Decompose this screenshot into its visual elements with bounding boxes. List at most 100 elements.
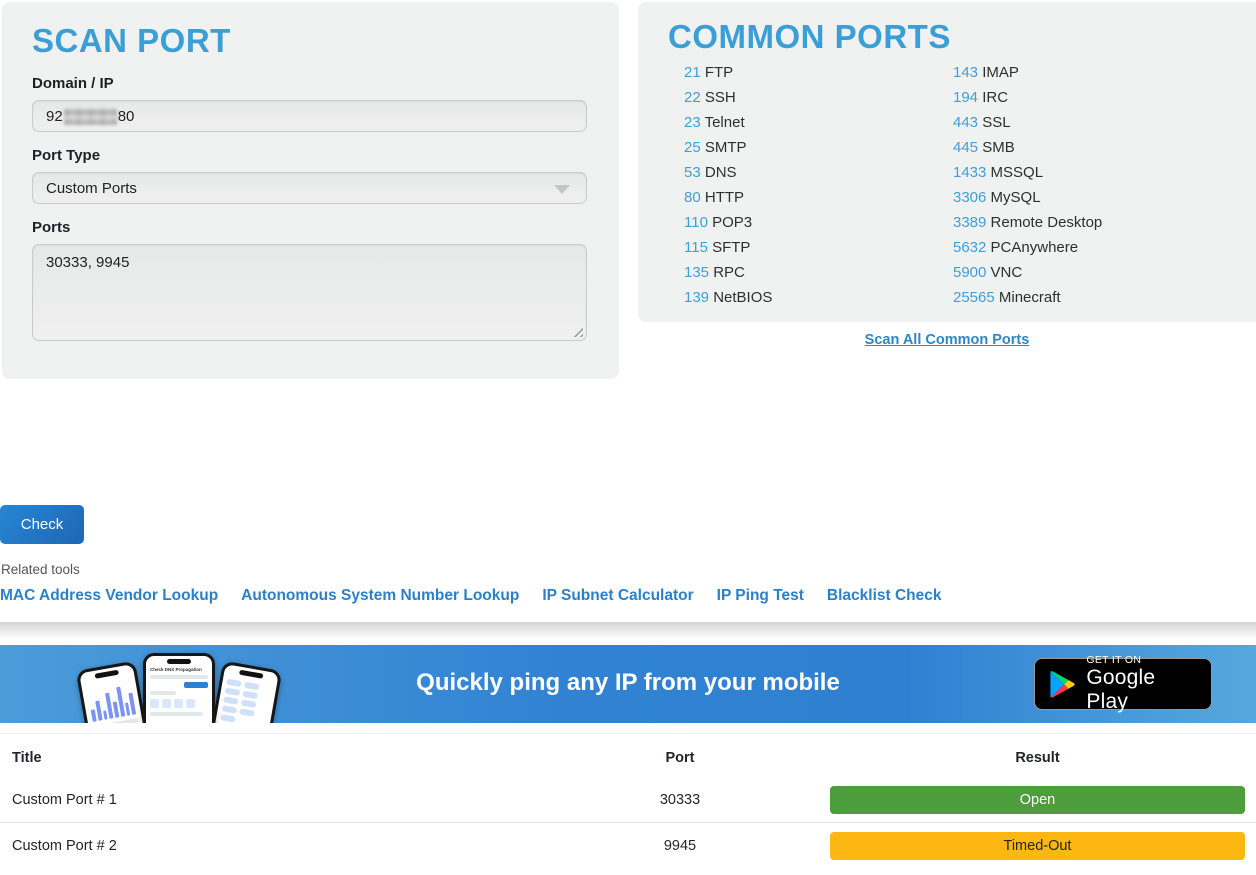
related-tool-link[interactable]: IP Ping Test bbox=[717, 587, 804, 605]
scan-all-wrap: Scan All Common Ports bbox=[638, 331, 1256, 349]
port-number: 25 bbox=[684, 139, 701, 156]
port-number: 25565 bbox=[953, 289, 995, 306]
scan-results-table: Title Port Result Custom Port # 1 30333 … bbox=[0, 723, 1256, 875]
column-header-port: Port bbox=[580, 750, 780, 766]
port-name: VNC bbox=[991, 264, 1023, 281]
port-name: RPC bbox=[713, 264, 745, 281]
mini-icon-grid bbox=[150, 699, 208, 708]
port-number: 5632 bbox=[953, 239, 986, 256]
resize-handle[interactable] bbox=[571, 325, 583, 337]
table-row: Custom Port # 1 30333 Open bbox=[0, 786, 1256, 820]
common-port-item: 25565 Minecraft bbox=[953, 285, 1102, 310]
port-number: 139 bbox=[684, 289, 709, 306]
row-title-cell: Custom Port # 2 bbox=[12, 838, 117, 854]
row-port-cell: 30333 bbox=[580, 792, 780, 808]
port-name: IRC bbox=[982, 89, 1008, 106]
common-port-item: 139 NetBIOS bbox=[684, 285, 772, 310]
port-number: 23 bbox=[684, 114, 701, 131]
domain-ip-input[interactable]: 92 80 bbox=[32, 100, 587, 132]
port-name: SFTP bbox=[712, 239, 750, 256]
port-number: 3306 bbox=[953, 189, 986, 206]
port-number: 53 bbox=[684, 164, 701, 181]
related-tools-links: MAC Address Vendor Lookup Autonomous Sys… bbox=[0, 587, 942, 605]
scan-all-common-ports-link[interactable]: Scan All Common Ports bbox=[865, 332, 1030, 348]
port-name: HTTP bbox=[705, 189, 744, 206]
port-number: 115 bbox=[684, 239, 708, 256]
google-play-badge[interactable]: GET IT ON Google Play bbox=[1034, 658, 1212, 710]
port-name: SMTP bbox=[705, 139, 747, 156]
domain-ip-label: Domain / IP bbox=[32, 75, 589, 92]
section-divider-strip bbox=[0, 622, 1256, 639]
port-name: NetBIOS bbox=[713, 289, 772, 306]
port-type-select[interactable]: Custom Ports bbox=[32, 172, 587, 204]
common-ports-left-column: 21 FTP 22 SSH 23 Telnet 25 SMTP 53 DNS 8… bbox=[684, 60, 772, 310]
ports-value: 30333, 9945 bbox=[46, 254, 129, 271]
play-badge-line2: Google Play bbox=[1086, 666, 1196, 714]
port-number: 135 bbox=[684, 264, 709, 281]
port-name: DNS bbox=[705, 164, 737, 181]
port-name: MySQL bbox=[991, 189, 1041, 206]
table-top-border bbox=[0, 733, 1256, 734]
row-divider bbox=[0, 822, 1256, 823]
port-number: 1433 bbox=[953, 164, 986, 181]
port-name: POP3 bbox=[712, 214, 752, 231]
port-name: SSH bbox=[705, 89, 736, 106]
domain-ip-value-suffix: 80 bbox=[118, 108, 135, 125]
play-badge-texts: GET IT ON Google Play bbox=[1086, 654, 1196, 714]
related-tool-link[interactable]: Autonomous System Number Lookup bbox=[241, 587, 519, 605]
related-tool-link[interactable]: MAC Address Vendor Lookup bbox=[0, 587, 218, 605]
common-port-item: 3306 MySQL bbox=[953, 185, 1102, 210]
common-ports-right-column: 143 IMAP 194 IRC 443 SSL 445 SMB 1433 MS… bbox=[953, 60, 1102, 310]
port-type-selected-value: Custom Ports bbox=[46, 180, 137, 197]
common-ports-title: COMMON PORTS bbox=[668, 18, 1250, 56]
row-port-cell: 9945 bbox=[580, 838, 780, 854]
related-tools-label: Related tools bbox=[1, 562, 80, 577]
common-port-item: 22 SSH bbox=[684, 85, 772, 110]
port-name: IMAP bbox=[982, 64, 1019, 81]
play-badge-line1: GET IT ON bbox=[1086, 654, 1196, 666]
common-port-item: 143 IMAP bbox=[953, 60, 1102, 85]
common-port-item: 110 POP3 bbox=[684, 210, 772, 235]
port-name: SSL bbox=[982, 114, 1010, 131]
common-port-item: 5632 PCAnywhere bbox=[953, 235, 1102, 260]
common-port-item: 23 Telnet bbox=[684, 110, 772, 135]
port-name: Telnet bbox=[705, 114, 745, 131]
common-port-item: 53 DNS bbox=[684, 160, 772, 185]
port-name: PCAnywhere bbox=[991, 239, 1079, 256]
redacted-ip-segment bbox=[64, 108, 117, 125]
ports-textarea[interactable]: 30333, 9945 bbox=[32, 244, 587, 341]
scan-port-title: SCAN PORT bbox=[32, 22, 589, 60]
chevron-down-icon bbox=[554, 185, 570, 194]
phone-notch bbox=[167, 659, 191, 664]
check-button[interactable]: Check bbox=[0, 505, 84, 544]
port-number: 194 bbox=[953, 89, 978, 106]
column-header-title: Title bbox=[12, 750, 42, 766]
common-port-item: 21 FTP bbox=[684, 60, 772, 85]
port-number: 445 bbox=[953, 139, 978, 156]
port-number: 80 bbox=[684, 189, 701, 206]
related-tool-link[interactable]: IP Subnet Calculator bbox=[542, 587, 693, 605]
column-header-result: Result bbox=[830, 750, 1245, 766]
port-number: 21 bbox=[684, 64, 701, 81]
common-port-item: 115 SFTP bbox=[684, 235, 772, 260]
mobile-app-banner: Check DNS Propagation bbox=[0, 645, 1256, 723]
port-name: FTP bbox=[705, 64, 733, 81]
port-number: 443 bbox=[953, 114, 978, 131]
port-name: Minecraft bbox=[999, 289, 1061, 306]
port-number: 143 bbox=[953, 64, 978, 81]
common-port-item: 25 SMTP bbox=[684, 135, 772, 160]
port-number: 22 bbox=[684, 89, 701, 106]
port-name: SMB bbox=[982, 139, 1015, 156]
result-status-badge: Open bbox=[830, 786, 1245, 814]
phone-mockup-center: Check DNS Propagation bbox=[143, 653, 215, 723]
common-port-item: 443 SSL bbox=[953, 110, 1102, 135]
common-port-item: 3389 Remote Desktop bbox=[953, 210, 1102, 235]
common-port-item: 80 HTTP bbox=[684, 185, 772, 210]
domain-ip-value-prefix: 92 bbox=[46, 108, 63, 125]
phone-screen-title: Check DNS Propagation bbox=[150, 667, 208, 672]
common-port-item: 1433 MSSQL bbox=[953, 160, 1102, 185]
common-port-item: 5900 VNC bbox=[953, 260, 1102, 285]
port-number: 3389 bbox=[953, 214, 986, 231]
related-tool-link[interactable]: Blacklist Check bbox=[827, 587, 942, 605]
ports-label: Ports bbox=[32, 219, 589, 236]
